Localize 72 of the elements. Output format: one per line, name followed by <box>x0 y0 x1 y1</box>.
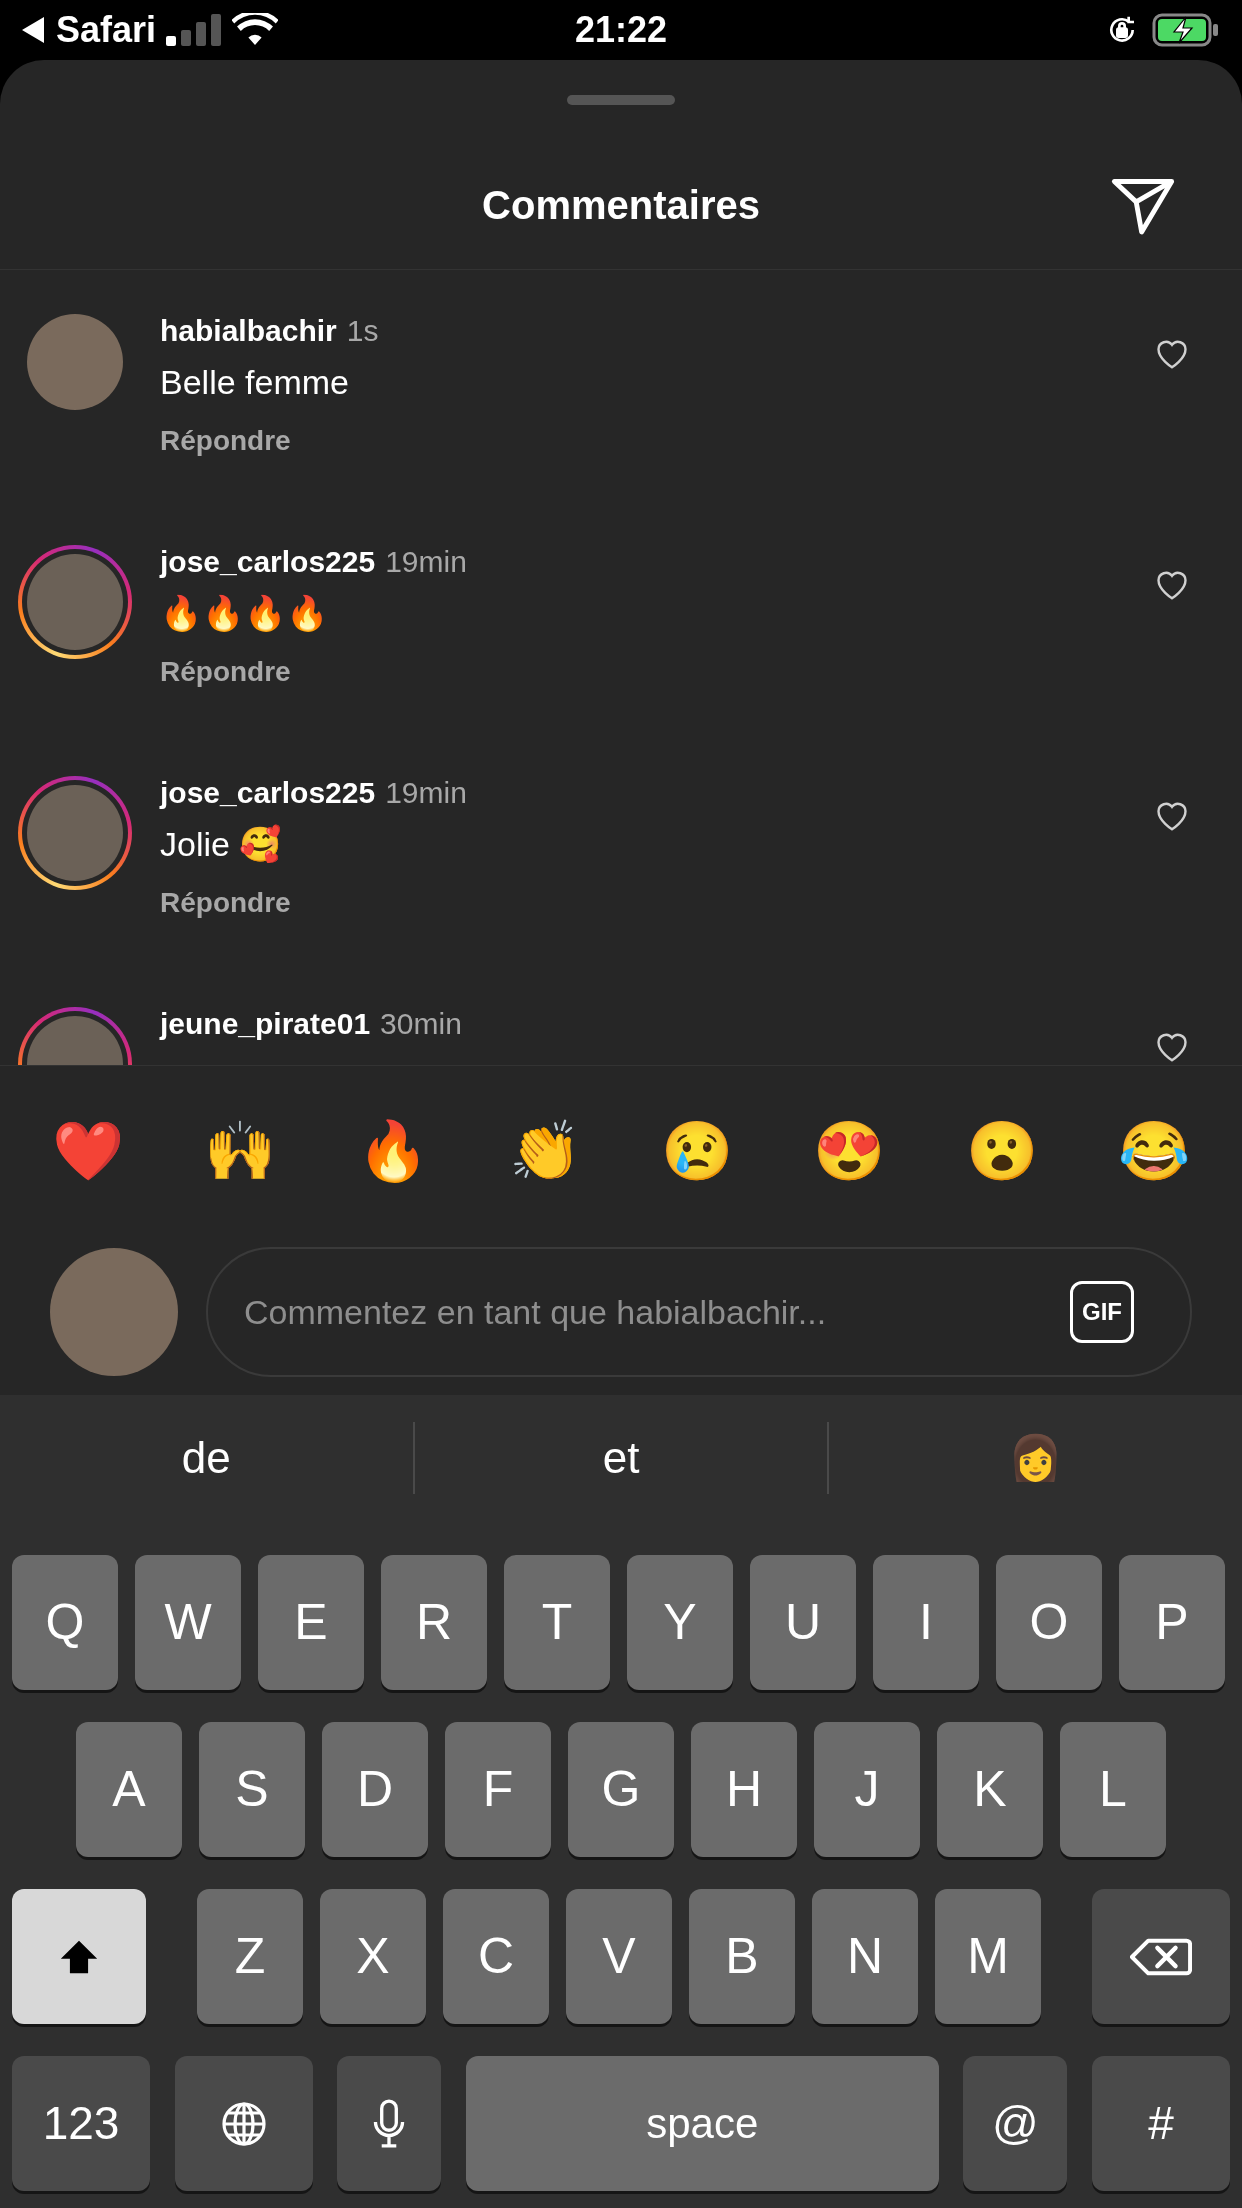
letter-key[interactable]: B <box>689 1889 795 2024</box>
emoji-reaction[interactable]: 👏 <box>508 1121 581 1180</box>
letter-key[interactable]: W <box>135 1555 241 1690</box>
emoji-reaction[interactable]: 😢 <box>661 1121 734 1180</box>
dictation-key[interactable] <box>337 2056 442 2191</box>
send-icon[interactable] <box>1110 176 1176 236</box>
suggestion-item[interactable]: et <box>414 1424 828 1491</box>
comment-username[interactable]: jose_carlos225 <box>160 769 376 815</box>
letter-key[interactable]: I <box>873 1555 979 1690</box>
letter-key[interactable]: O <box>996 1555 1102 1690</box>
space-key[interactable]: space <box>465 2056 939 2191</box>
letter-key[interactable]: H <box>691 1722 797 1857</box>
comment-text: Jolie 🥰 <box>160 823 282 865</box>
symbol-key[interactable]: 123 <box>12 2056 150 2191</box>
suggestion-item[interactable]: 👩 <box>829 1424 1242 1491</box>
letter-key[interactable]: X <box>320 1889 426 2024</box>
letter-key[interactable]: Z <box>197 1889 303 2024</box>
comment-time: 19min <box>385 774 467 811</box>
backspace-key[interactable] <box>1092 1889 1230 2024</box>
letter-key[interactable]: R <box>381 1555 487 1690</box>
backspace-icon <box>1130 1936 1192 1977</box>
emoji-reaction[interactable]: 😮 <box>965 1121 1038 1180</box>
letter-key[interactable]: F <box>445 1722 551 1857</box>
sheet-title: Commentaires <box>482 181 760 229</box>
suggestion-item[interactable]: de <box>0 1424 413 1491</box>
microphone-icon <box>372 2098 407 2149</box>
comment-username[interactable]: jeune_pirate01 <box>160 1000 371 1046</box>
letter-key[interactable]: C <box>443 1889 549 2024</box>
comment-time: 30min <box>380 1005 462 1042</box>
letter-key[interactable]: D <box>322 1722 428 1857</box>
symbol-key[interactable]: @ <box>963 2056 1068 2191</box>
gif-button[interactable]: GIF <box>1070 1281 1134 1343</box>
globe-key[interactable] <box>174 2056 313 2191</box>
letter-key[interactable]: T <box>504 1555 610 1690</box>
letter-key[interactable]: G <box>568 1722 674 1857</box>
signal-icon <box>166 14 223 46</box>
comment-username[interactable]: habialbachir <box>160 307 337 353</box>
emoji-reaction[interactable]: 😂 <box>1117 1121 1190 1180</box>
letter-key[interactable]: V <box>566 1889 672 2024</box>
comment-time: 19min <box>385 543 467 580</box>
reply-link[interactable]: Répondre <box>160 882 291 922</box>
comment-username[interactable]: jose_carlos225 <box>160 538 376 584</box>
letter-key[interactable]: P <box>1119 1555 1225 1690</box>
symbol-key[interactable]: # <box>1091 2056 1230 2191</box>
comment-text: 🔥🔥🔥🔥 <box>160 593 328 634</box>
letter-key[interactable]: M <box>935 1889 1041 2024</box>
battery-charging-icon <box>1152 13 1220 47</box>
letter-key[interactable]: E <box>258 1555 364 1690</box>
wifi-icon <box>232 13 279 47</box>
letter-key[interactable]: A <box>76 1722 182 1857</box>
letter-key[interactable]: Q <box>12 1555 118 1690</box>
letter-key[interactable]: U <box>750 1555 856 1690</box>
reply-link[interactable]: Répondre <box>160 651 291 691</box>
back-app-label[interactable]: Safari <box>56 3 157 57</box>
letter-key[interactable]: L <box>1060 1722 1166 1857</box>
drag-handle[interactable] <box>567 95 675 105</box>
comment-time: 1s <box>346 312 379 349</box>
comment-input-field[interactable]: Commentez en tant que habialbachir... GIF <box>206 1247 1192 1377</box>
letter-key[interactable]: S <box>199 1722 305 1857</box>
emoji-reaction[interactable]: 😍 <box>813 1121 886 1180</box>
clock-time: 21:22 <box>573 8 669 52</box>
reply-link[interactable]: Répondre <box>160 420 291 460</box>
letter-key[interactable]: N <box>812 1889 918 2024</box>
letter-key[interactable]: K <box>937 1722 1043 1857</box>
back-triangle-icon[interactable] <box>22 17 46 43</box>
shift-key[interactable] <box>12 1889 146 2024</box>
emoji-reaction[interactable]: 🙌 <box>204 1121 277 1180</box>
letter-key[interactable]: J <box>814 1722 920 1857</box>
emoji-reaction[interactable]: ❤ <box>52 1121 124 1180</box>
globe-icon <box>219 2099 268 2148</box>
comment-text: Belle femme <box>160 362 349 403</box>
letter-key[interactable]: Y <box>627 1555 733 1690</box>
